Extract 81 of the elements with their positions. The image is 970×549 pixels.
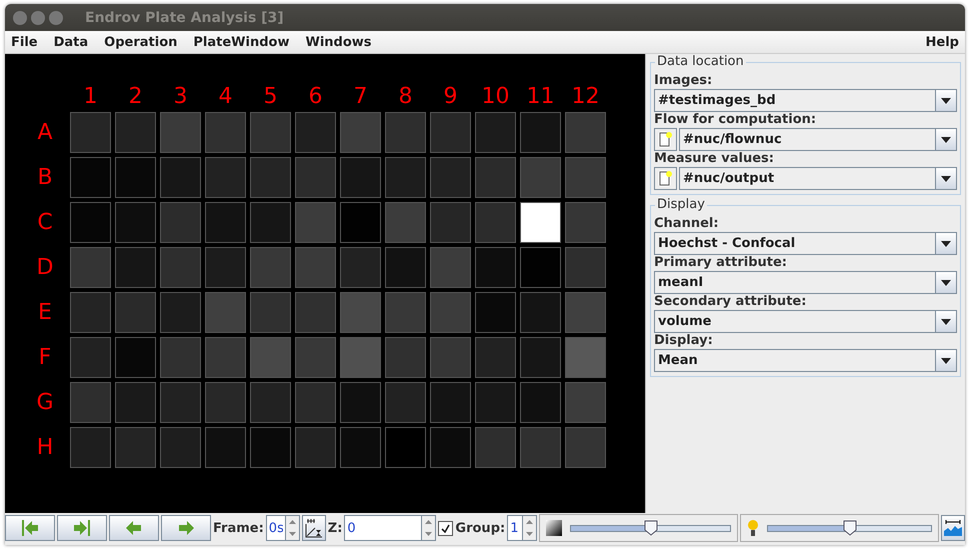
z-label: Z: [328, 520, 342, 536]
menu-item[interactable]: Data [54, 34, 88, 50]
column-label: 12 [570, 84, 600, 111]
row-label: H [36, 435, 54, 460]
row-label: G [36, 390, 54, 415]
maximize-button[interactable] [49, 10, 63, 24]
arrow-left-icon [126, 520, 142, 536]
contrast-icon [546, 520, 562, 536]
dropdown-arrow-icon [941, 176, 951, 182]
menu-item[interactable]: Operation [104, 34, 178, 50]
nav-button[interactable] [5, 515, 55, 541]
slider-thumb[interactable] [842, 520, 857, 536]
slider-thumb[interactable] [644, 520, 658, 536]
row-label: F [38, 345, 52, 370]
field-label: Images: [654, 73, 714, 89]
column-label: 2 [128, 84, 144, 111]
file-icon [659, 171, 672, 186]
row-label: C [37, 210, 53, 235]
column-label: 9 [442, 84, 458, 111]
file-icon [659, 132, 672, 147]
row-label: A [37, 120, 53, 145]
dropdown-arrow-icon [941, 318, 951, 324]
dropdown[interactable]: #testimages_bd [654, 89, 957, 112]
column-label: 5 [262, 84, 278, 111]
dropdown[interactable]: Mean [654, 349, 957, 372]
nav-button[interactable] [109, 515, 159, 541]
column-label: 7 [352, 84, 368, 111]
dropdown[interactable]: #nuc/flownuc [679, 128, 957, 151]
dropdown-arrow-icon [941, 358, 951, 364]
group-field[interactable]: 1 [507, 515, 524, 541]
menu-item[interactable]: Windows [305, 34, 372, 50]
arrow-right-icon [178, 520, 194, 536]
dropdown-arrow-icon [941, 240, 951, 246]
window-title: Endrov Plate Analysis [3] [85, 10, 284, 26]
column-label: 10 [480, 84, 510, 111]
column-label: 8 [398, 84, 414, 111]
nav-button[interactable] [57, 515, 107, 541]
column-label: 11 [526, 84, 556, 111]
frame-label: Frame: [213, 520, 264, 536]
skip-forward-icon [73, 520, 91, 536]
column-label: 3 [172, 84, 188, 111]
group-label: Group: [455, 520, 506, 536]
field-label: Primary attribute: [654, 255, 788, 271]
checkmark-icon [441, 524, 450, 532]
menu-item[interactable]: Help [926, 34, 959, 50]
field-label: Secondary attribute: [654, 294, 808, 310]
row-label: E [38, 300, 52, 325]
menu-item[interactable]: File [11, 34, 38, 50]
timer-button[interactable] [302, 515, 326, 541]
plate-well[interactable] [520, 202, 561, 243]
field-label: Channel: [654, 216, 720, 232]
menu-item[interactable]: PlateWindow [193, 34, 290, 50]
spinner-buttons[interactable] [523, 515, 538, 541]
dropdown[interactable]: meanI [654, 271, 957, 294]
hourglass-icon [304, 518, 323, 538]
file-button[interactable] [654, 128, 677, 151]
z-field[interactable]: 0 [344, 515, 422, 541]
dropdown[interactable]: volume [654, 310, 957, 333]
column-label: 6 [308, 84, 324, 111]
file-button[interactable] [654, 167, 677, 190]
nav-button[interactable] [161, 515, 211, 541]
skip-back-icon [21, 520, 39, 536]
dropdown-arrow-icon [941, 136, 951, 142]
group-checkbox[interactable] [438, 520, 454, 536]
field-label: Display: [654, 333, 714, 349]
row-label: D [36, 255, 54, 280]
histogram-icon [944, 520, 962, 536]
dropdown[interactable]: Hoechst - Confocal [654, 232, 957, 255]
dropdown-arrow-icon [941, 98, 951, 104]
dropdown[interactable]: #nuc/output [679, 167, 957, 190]
column-label: 4 [218, 84, 234, 111]
close-button[interactable] [13, 10, 27, 24]
dropdown-arrow-icon [941, 280, 951, 286]
row-label: B [37, 165, 53, 190]
lightbulb-icon [747, 519, 760, 537]
column-label: 1 [82, 84, 98, 111]
field-label: Flow for computation: [654, 112, 818, 128]
minimize-button[interactable] [31, 10, 45, 24]
field-label: Measure values: [654, 151, 775, 167]
group-title: Display [655, 197, 707, 212]
histogram-button[interactable] [941, 515, 965, 541]
